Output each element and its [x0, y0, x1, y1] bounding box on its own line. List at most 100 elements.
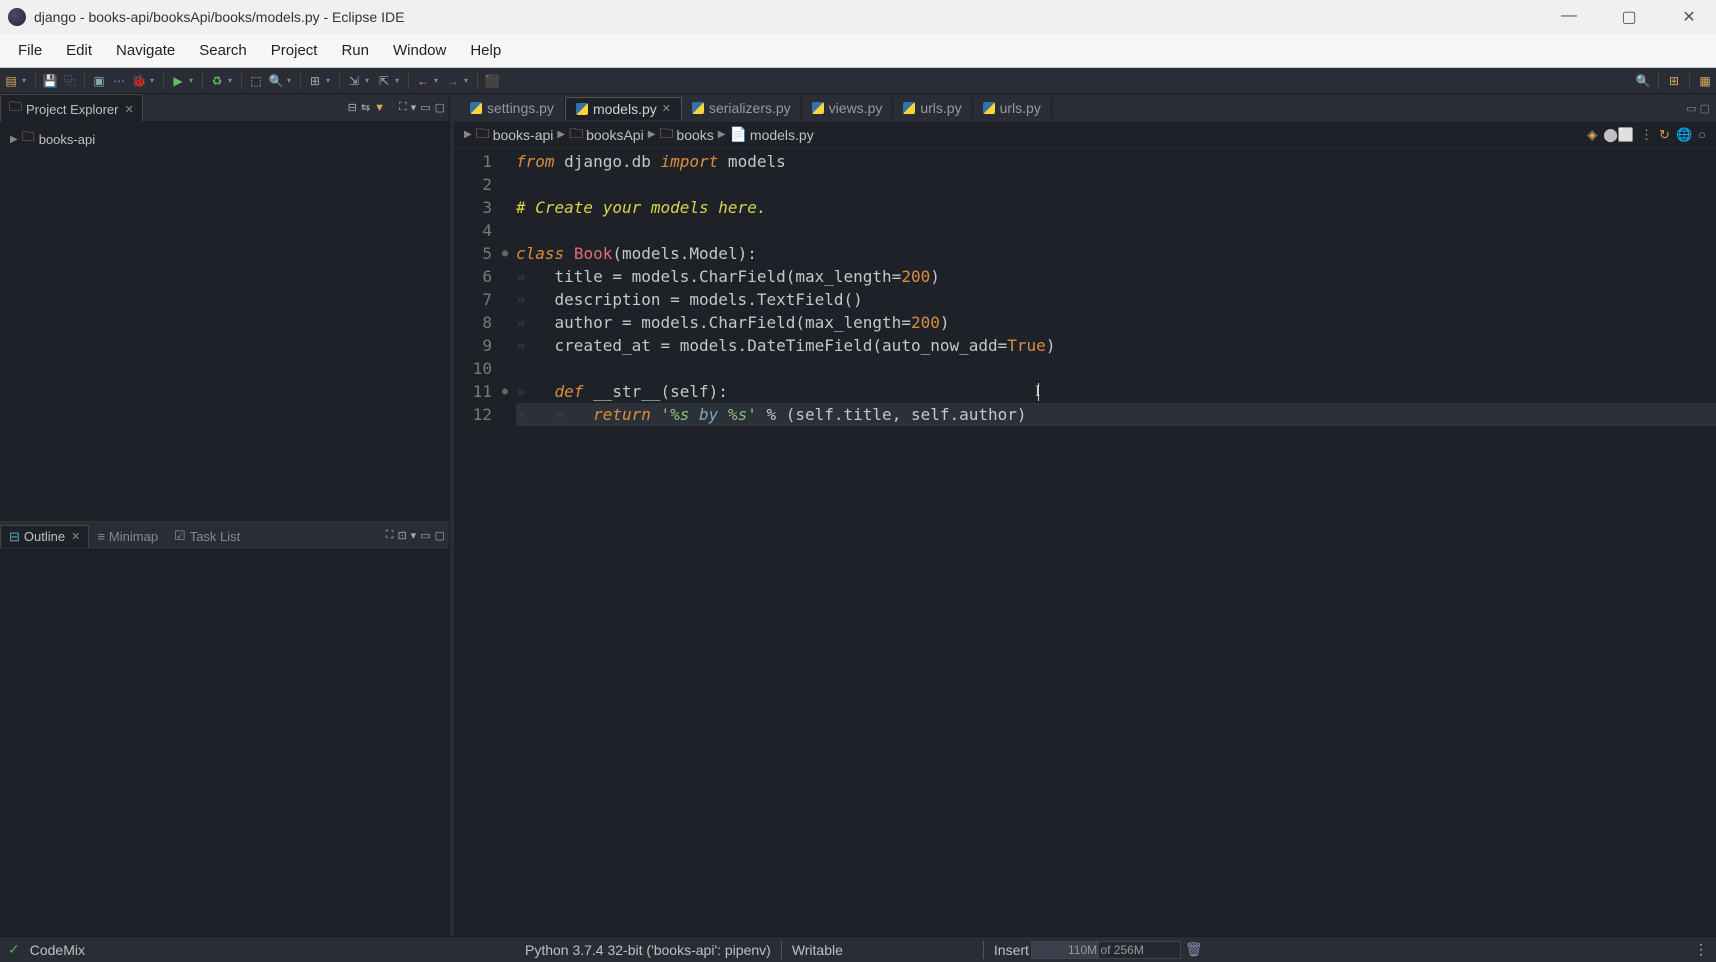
crumb-2[interactable]: booksApi — [586, 127, 644, 143]
minimize-panel-icon[interactable]: ▭ — [420, 529, 430, 542]
ext1-icon[interactable]: ⇲ — [345, 72, 363, 90]
view-menu-icon[interactable]: ▾ — [411, 101, 417, 114]
debug-icon[interactable]: 🐞 — [130, 72, 148, 90]
crumb-3[interactable]: books — [676, 127, 713, 143]
project-explorer-header: 🗀 Project Explorer ✕ ⊟ ⇆ ▼ ⛶ ▾ ▭ ▢ — [0, 94, 449, 122]
outline-tab[interactable]: ⊟ Outline ✕ — [0, 525, 89, 548]
nav-icon[interactable]: ◈ — [1587, 127, 1597, 143]
close-icon[interactable]: ✕ — [125, 103, 134, 116]
tab-label: settings.py — [487, 100, 554, 116]
outline-title: Outline — [24, 529, 65, 544]
status-writable: Writable — [782, 942, 853, 958]
folder-icon: 🗀 — [659, 123, 673, 147]
menu-window[interactable]: Window — [381, 38, 458, 63]
tree-icon[interactable]: ⋮ — [1640, 127, 1653, 143]
perspective-codemix-icon[interactable]: ▦ — [1696, 72, 1714, 90]
close-button[interactable]: ✕ — [1673, 7, 1705, 27]
folder-icon: 🗀 — [22, 128, 35, 150]
search-icon[interactable]: 🔍 — [267, 72, 285, 90]
perspective-open-icon[interactable]: ⊞ — [1665, 72, 1683, 90]
maximize-panel-icon[interactable]: ▢ — [435, 101, 445, 114]
window-title: django - books-api/booksApi/books/models… — [34, 9, 1553, 25]
project-explorer-body: ▶ 🗀 books-api — [0, 122, 449, 522]
python-icon — [812, 102, 824, 114]
circle-icon[interactable]: ○ — [1698, 127, 1706, 142]
editor-tab-serializers-py[interactable]: serializers.py — [682, 97, 802, 119]
fold-gutter[interactable]: ●● — [502, 148, 514, 936]
save-icon[interactable]: 💾 — [41, 72, 59, 90]
expand-arrow-icon[interactable]: ▶ — [10, 134, 18, 145]
memory-text: 110M of 256M — [1068, 943, 1144, 957]
text-cursor — [1038, 383, 1039, 401]
maximize-panel-icon[interactable]: ▢ — [435, 529, 445, 542]
close-icon[interactable]: ✕ — [662, 102, 671, 115]
editor-tab-urls-py[interactable]: urls.py — [973, 97, 1052, 119]
tree-icon[interactable]: ⊞ — [306, 72, 324, 90]
python-icon — [470, 102, 482, 114]
status-menu-icon[interactable]: ⋮ — [1694, 941, 1708, 958]
menu-edit[interactable]: Edit — [54, 38, 104, 63]
close-icon[interactable]: ✕ — [71, 530, 80, 543]
forward-icon[interactable]: → — [444, 72, 462, 90]
outline-icon: ⊟ — [9, 529, 20, 545]
sync-icon[interactable]: ⊡ — [397, 529, 406, 542]
view-menu-icon[interactable]: ▾ — [411, 529, 417, 542]
menu-file[interactable]: File — [6, 38, 54, 63]
minimap-icon: ≡ — [97, 529, 105, 544]
chrome-icon[interactable]: 🌐 — [1676, 127, 1692, 143]
outline-tabs: ⊟ Outline ✕ ≡ Minimap ☑ Task List ⛶ ⊡ ▾ … — [0, 522, 449, 550]
menu-project[interactable]: Project — [259, 38, 330, 63]
menu-navigate[interactable]: Navigate — [104, 38, 187, 63]
new-icon[interactable]: ▤ — [2, 72, 20, 90]
code-editor[interactable]: 123456789101112 ●● from django.db import… — [454, 148, 1716, 936]
gc-icon[interactable]: 🗑 — [1185, 941, 1203, 958]
editor-tab-views-py[interactable]: views.py — [802, 97, 894, 119]
maximize-button[interactable]: ▢ — [1613, 7, 1645, 27]
menu-search[interactable]: Search — [187, 38, 259, 63]
editor-tab-models-py[interactable]: models.py✕ — [565, 97, 682, 120]
ext2-icon[interactable]: ⇱ — [375, 72, 393, 90]
status-python[interactable]: Python 3.7.4 32-bit ('books-api': pipenv… — [515, 942, 781, 958]
tasklist-tab[interactable]: ☑ Task List — [166, 525, 248, 547]
python-icon — [692, 102, 704, 114]
check-icon: ✓ — [8, 941, 20, 958]
crumb-1[interactable]: books-api — [493, 127, 554, 143]
minimap-tab[interactable]: ≡ Minimap — [89, 526, 166, 547]
memory-meter[interactable]: 110M of 256M 🗑 — [1031, 941, 1203, 959]
code-content[interactable]: from django.db import models # Create yo… — [514, 148, 1716, 936]
back-icon[interactable]: ← — [414, 72, 432, 90]
run-icon[interactable]: ▶ — [169, 72, 187, 90]
focus-icon[interactable]: ⛶ — [386, 529, 394, 542]
pin-icon[interactable]: ⬛ — [483, 72, 501, 90]
project-root-item[interactable]: ▶ 🗀 books-api — [10, 128, 439, 150]
tab-label: urls.py — [1000, 100, 1041, 116]
codemix-icon[interactable]: ⋯ — [110, 72, 128, 90]
editor-tab-urls-py[interactable]: urls.py — [893, 97, 972, 119]
minimize-panel-icon[interactable]: ▭ — [420, 101, 430, 114]
window-titlebar: django - books-api/booksApi/books/models… — [0, 0, 1716, 34]
editor-tab-settings-py[interactable]: settings.py — [460, 97, 565, 119]
project-explorer-tab[interactable]: 🗀 Project Explorer ✕ — [0, 94, 143, 123]
run-last-icon[interactable]: ♻ — [208, 72, 226, 90]
restore-icon[interactable]: ▭ — [1686, 102, 1696, 115]
open-terminal-icon[interactable]: ▣ — [90, 72, 108, 90]
filter-icon[interactable]: ▼ — [374, 102, 385, 114]
python-file-icon: 📄 — [729, 126, 746, 143]
python-icon — [903, 102, 915, 114]
menu-help[interactable]: Help — [458, 38, 513, 63]
save-all-icon[interactable]: ⿻ — [61, 72, 79, 90]
minimize-button[interactable]: — — [1553, 7, 1585, 27]
crumb-4[interactable]: models.py — [750, 127, 814, 143]
python-icon — [576, 103, 588, 115]
refresh-icon[interactable]: ↻ — [1659, 127, 1670, 143]
collapse-all-icon[interactable]: ⊟ — [348, 101, 357, 114]
status-codemix[interactable]: CodeMix — [20, 942, 95, 958]
menu-run[interactable]: Run — [329, 38, 381, 63]
toggle-icon[interactable]: ⬤⬜ — [1603, 127, 1634, 143]
link-editor-icon[interactable]: ⇆ — [361, 101, 370, 114]
eclipse-icon — [8, 8, 26, 26]
new-package-icon[interactable]: ⬚ — [247, 72, 265, 90]
quick-access-icon[interactable]: 🔍 — [1634, 72, 1652, 90]
focus-icon[interactable]: ⛶ — [399, 101, 407, 114]
maximize-editor-icon[interactable]: ▢ — [1700, 102, 1710, 115]
